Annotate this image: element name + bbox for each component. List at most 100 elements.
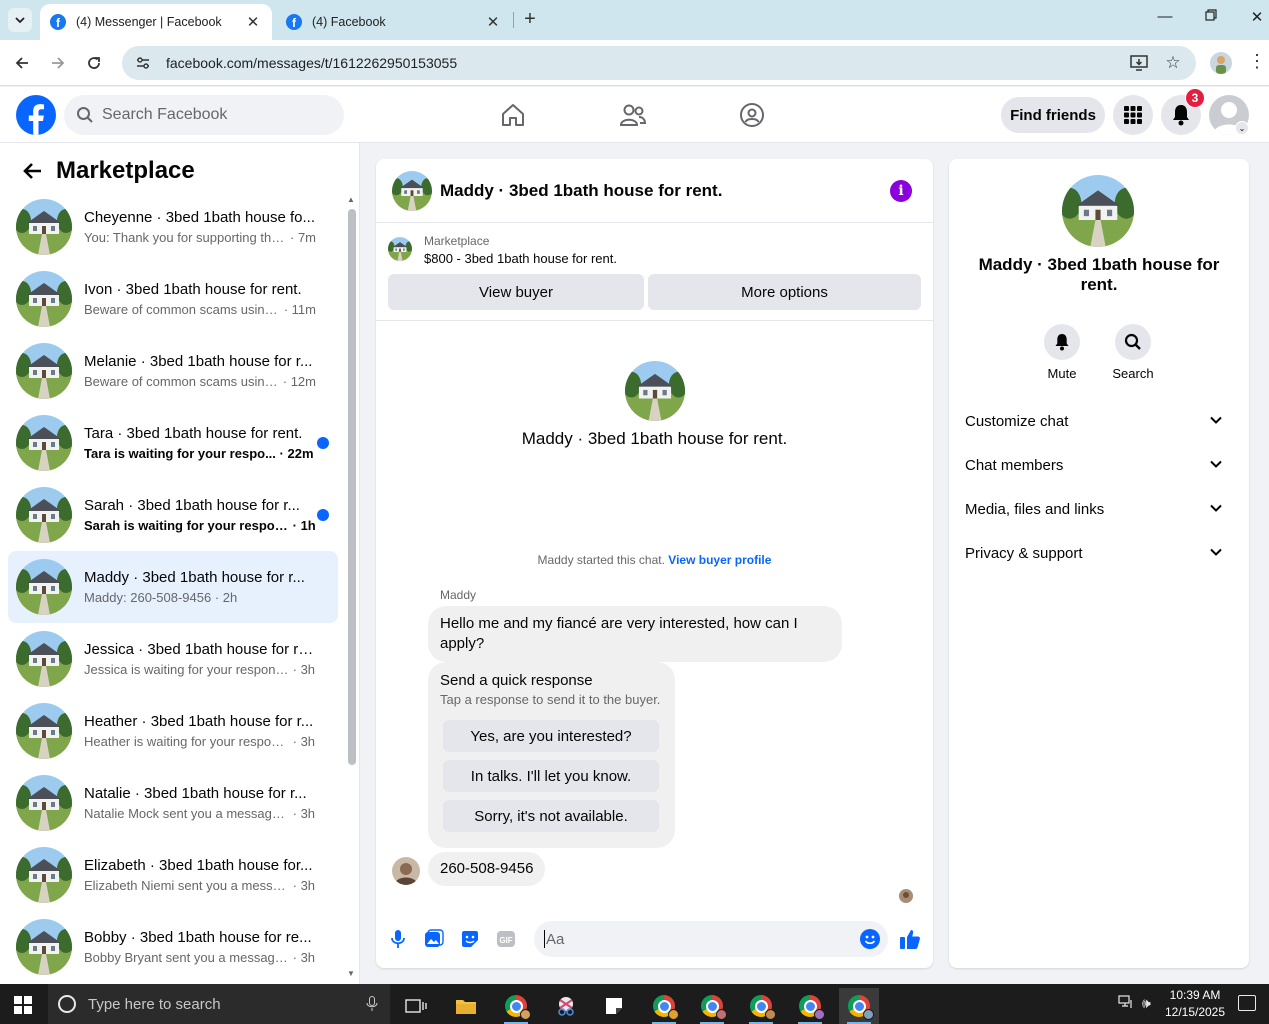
conversation-preview: Bobby Bryant sent you a message a... · 3…: [84, 950, 316, 965]
omnibox[interactable]: facebook.com/messages/t/1612262950153055…: [122, 46, 1196, 80]
conversation-preview: Jessica is waiting for your response. · …: [84, 662, 316, 677]
groups-nav-button[interactable]: [736, 99, 768, 131]
sender-avatar[interactable]: [392, 857, 420, 885]
sticker-icon[interactable]: [459, 928, 481, 950]
attach-photo-icon[interactable]: [423, 928, 445, 950]
conversation-item[interactable]: Heather · 3bed 1bath house for r... Heath…: [8, 695, 338, 767]
chat-title[interactable]: Maddy · 3bed 1bath house for rent.: [440, 181, 722, 201]
conversation-name: Bobby · 3bed 1bath house for re...: [84, 929, 312, 946]
reload-button[interactable]: [82, 51, 106, 75]
close-tab-icon[interactable]: ✕: [484, 13, 502, 31]
site-info-icon[interactable]: [134, 54, 152, 72]
section-media-files-links[interactable]: Media, files and links: [957, 489, 1241, 529]
close-tab-icon[interactable]: ✕: [244, 13, 262, 31]
search-icon: [77, 107, 93, 123]
back-arrow-button[interactable]: [20, 159, 44, 183]
taskbar-search-placeholder: Type here to search: [88, 995, 221, 1013]
search-placeholder: Search Facebook: [102, 106, 228, 123]
separator-dot: ·: [289, 662, 301, 677]
facebook-search-input[interactable]: Search Facebook: [64, 95, 344, 135]
chat-avatar[interactable]: [392, 171, 432, 211]
bookmark-star-icon[interactable]: ☆: [1162, 52, 1184, 74]
search-in-conversation-button[interactable]: Search: [1103, 324, 1163, 381]
section-privacy-support[interactable]: Privacy & support: [957, 533, 1241, 573]
forward-button[interactable]: [46, 51, 70, 75]
conversation-item[interactable]: Elizabeth · 3bed 1bath house for... Eliza…: [8, 839, 338, 911]
task-view-icon[interactable]: [396, 988, 436, 1024]
facebook-logo-icon[interactable]: [16, 95, 56, 135]
section-customize-chat[interactable]: Customize chat: [957, 401, 1241, 441]
voice-clip-icon[interactable]: [387, 928, 409, 950]
thumbs-up-icon[interactable]: [899, 928, 921, 950]
search-circle[interactable]: [1115, 324, 1151, 360]
new-tab-button[interactable]: +: [520, 8, 540, 30]
menu-grid-button[interactable]: [1113, 95, 1153, 135]
section-chat-members[interactable]: Chat members: [957, 445, 1241, 485]
conversation-item[interactable]: Cheyenne · 3bed 1bath house fo... You: Th…: [8, 191, 338, 263]
view-buyer-button[interactable]: View buyer: [388, 274, 644, 310]
notification-count-badge: 3: [1185, 88, 1205, 108]
listing-title[interactable]: $800 - 3bed 1bath house for rent.: [424, 251, 617, 266]
browser-profile-avatar[interactable]: [1210, 52, 1232, 74]
tab-messenger[interactable]: f (4) Messenger | Facebook ✕: [40, 4, 272, 40]
conversation-item[interactable]: Jessica · 3bed 1bath house for re... Jess…: [8, 623, 338, 695]
account-caret-icon[interactable]: ⌄: [1235, 121, 1249, 135]
minimize-button[interactable]: —: [1150, 8, 1180, 25]
quick-reply-interested[interactable]: Yes, are you interested?: [443, 720, 659, 752]
chat-started-note: Maddy started this chat. View buyer prof…: [376, 553, 933, 567]
install-app-icon[interactable]: [1128, 52, 1150, 74]
more-options-button[interactable]: More options: [648, 274, 921, 310]
details-avatar[interactable]: [1062, 175, 1134, 247]
info-icon[interactable]: i: [890, 180, 912, 202]
microphone-icon[interactable]: [366, 996, 378, 1012]
chrome-profile-6-icon[interactable]: [839, 988, 879, 1024]
home-nav-button[interactable]: [497, 99, 529, 131]
tab-search-button[interactable]: [8, 8, 32, 32]
conversation-item[interactable]: Natalie · 3bed 1bath house for r... Natal…: [8, 767, 338, 839]
conversation-item[interactable]: Bobby · 3bed 1bath house for re... Bobby …: [8, 911, 338, 983]
chrome-profile-3-icon[interactable]: [692, 988, 732, 1024]
taskbar-search-box[interactable]: Type here to search: [48, 984, 390, 1024]
url-text[interactable]: facebook.com/messages/t/1612262950153055: [166, 55, 1116, 71]
back-button[interactable]: [10, 51, 34, 75]
snipping-tool-icon[interactable]: [546, 988, 586, 1024]
mute-circle[interactable]: [1044, 324, 1080, 360]
volume-icon[interactable]: 🕪: [1142, 995, 1151, 1012]
conversation-item[interactable]: Maddy · 3bed 1bath house for r... Maddy: …: [8, 551, 338, 623]
friends-nav-button[interactable]: [617, 99, 649, 131]
scroll-up-arrow-icon[interactable]: ▲: [347, 195, 355, 204]
quick-reply-not-available[interactable]: Sorry, it's not available.: [443, 800, 659, 832]
network-icon[interactable]: [1118, 995, 1134, 1012]
find-friends-button[interactable]: Find friends: [1001, 97, 1105, 133]
message-input[interactable]: Aa: [534, 921, 888, 957]
conversation-item[interactable]: Sarah · 3bed 1bath house for r... Sarah i…: [8, 479, 338, 551]
view-buyer-profile-link[interactable]: View buyer profile: [668, 553, 771, 567]
scroll-down-arrow-icon[interactable]: ▼: [347, 969, 355, 978]
conversation-item[interactable]: Melanie · 3bed 1bath house for r... Bewar…: [8, 335, 338, 407]
conversation-text: Maddy · 3bed 1bath house for r... Maddy: …: [84, 569, 316, 605]
chrome-profile-2-icon[interactable]: [644, 988, 684, 1024]
tab-divider: [513, 12, 514, 28]
windows-start-icon[interactable]: [14, 996, 32, 1014]
gif-icon[interactable]: GIF: [495, 928, 517, 950]
conversation-avatar: [16, 343, 72, 399]
quick-reply-in-talks[interactable]: In talks. I'll let you know.: [443, 760, 659, 792]
chrome-profile-5-icon[interactable]: [790, 988, 830, 1024]
file-explorer-icon[interactable]: [446, 988, 486, 1024]
sidebar-scrollbar[interactable]: [348, 209, 356, 765]
taskbar-clock[interactable]: 10:39 AM 12/15/2025: [1160, 987, 1230, 1021]
action-center-icon[interactable]: [1238, 995, 1256, 1011]
mute-button[interactable]: Mute: [1032, 324, 1092, 381]
chrome-profile-1-icon[interactable]: [496, 988, 536, 1024]
browser-menu-icon[interactable]: ⋮: [1248, 51, 1266, 72]
tab-facebook[interactable]: f (4) Facebook ✕: [276, 4, 512, 40]
chrome-profile-4-icon[interactable]: [741, 988, 781, 1024]
close-window-button[interactable]: ✕: [1242, 8, 1269, 26]
conversation-item[interactable]: Tara · 3bed 1bath house for rent. Tara is…: [8, 407, 338, 479]
conversation-name: Melanie · 3bed 1bath house for r...: [84, 353, 313, 370]
conversation-time: 2h: [222, 590, 238, 605]
restore-button[interactable]: [1196, 8, 1226, 25]
sticky-notes-icon[interactable]: [594, 988, 634, 1024]
conversation-item[interactable]: Ivon · 3bed 1bath house for rent. Beware …: [8, 263, 338, 335]
emoji-icon[interactable]: [859, 928, 881, 950]
